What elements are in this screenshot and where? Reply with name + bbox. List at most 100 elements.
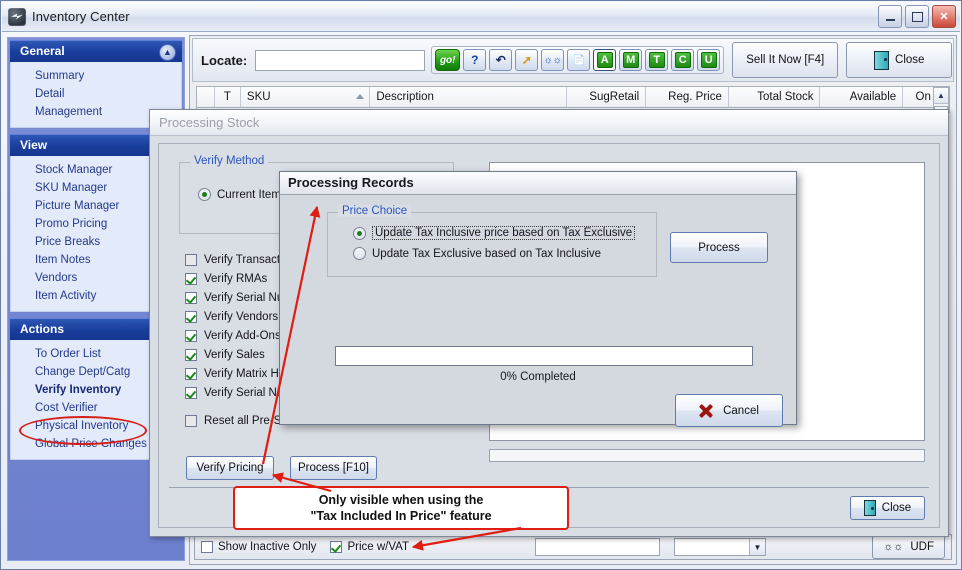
verify-vendors-checkbox[interactable]: [185, 310, 197, 323]
binoculars-icon-udf: ☼☼: [883, 541, 904, 553]
chevron-up-icon[interactable]: ▲: [159, 44, 176, 61]
verify-vendors-label: Verify Vendors: [204, 310, 279, 323]
grid-col-reg-price[interactable]: Reg. Price: [646, 87, 729, 107]
grid-col-type[interactable]: T: [215, 87, 241, 107]
verify-serial-numbers-checkbox[interactable]: [185, 291, 197, 304]
verify-rmas-checkbox[interactable]: [185, 272, 197, 285]
update-tax-inclusive-radio[interactable]: [353, 226, 366, 240]
sidebar-group-view-title: View: [20, 138, 48, 152]
grid-col-total-stock[interactable]: Total Stock: [729, 87, 821, 107]
verify-pricing-label: Verify Pricing: [196, 462, 264, 474]
sidebar-item-detail[interactable]: Detail: [11, 85, 181, 103]
toolbar-close-label: Close: [895, 54, 925, 66]
status-bar: Show Inactive Only Price w/VAT ▼ ☼☼ UDF: [194, 534, 952, 560]
update-tax-exclusive-radio[interactable]: [353, 247, 366, 260]
update-tax-exclusive-label: Update Tax Exclusive based on Tax Inclus…: [372, 247, 602, 260]
price-choice-group-title: Price Choice: [338, 205, 412, 217]
verify-add-ons-label: Verify Add-Ons: [204, 329, 281, 342]
sidebar-group-actions-title: Actions: [20, 322, 65, 336]
grid-col-blank[interactable]: [197, 87, 215, 107]
grid-col-sugretail[interactable]: SugRetail: [567, 87, 647, 107]
locate-label: Locate:: [201, 52, 248, 68]
cancel-label: Cancel: [723, 404, 759, 417]
filter-c-label: C: [674, 52, 691, 68]
show-inactive-only-checkbox[interactable]: [201, 541, 213, 553]
processing-records-title: Processing Records: [280, 172, 796, 195]
grid-col-description[interactable]: Description: [370, 87, 567, 107]
scroll-up-arrow-icon[interactable]: ▲: [934, 88, 948, 104]
processing-stock-close-button[interactable]: Close: [850, 496, 925, 520]
verify-sales-checkbox[interactable]: [185, 348, 197, 361]
go-button[interactable]: go!: [435, 49, 461, 71]
window-controls: ✕: [878, 5, 956, 28]
filter-all-label: A: [596, 52, 613, 68]
verify-method-group-title: Verify Method: [190, 155, 269, 167]
binoculars-icon[interactable]: ☼☼: [541, 49, 565, 71]
sell-it-now-label: Sell It Now [F4]: [746, 54, 825, 66]
price-choice-group: Price Choice Update Tax Inclusive price …: [327, 205, 657, 277]
reset-pre-sold-stock-checkbox[interactable]: [185, 414, 197, 427]
verify-add-ons-checkbox[interactable]: [185, 329, 197, 342]
processing-stock-close-label: Close: [881, 502, 912, 514]
grid-col-sku[interactable]: SKU: [241, 87, 371, 107]
exit-door-icon-dialog: [863, 500, 876, 516]
minimize-button[interactable]: [878, 5, 902, 28]
update-tax-inclusive-label: Update Tax Inclusive price based on Tax …: [372, 226, 636, 240]
processing-records-dialog: Processing Records Price Choice Update T…: [279, 171, 797, 427]
process-button[interactable]: Process: [670, 232, 768, 263]
annotation-callout-line1: Only visible when using the: [318, 493, 484, 507]
cancel-button[interactable]: Cancel: [675, 394, 783, 427]
jump-arrow-icon[interactable]: ➚: [515, 49, 539, 71]
udf-label: UDF: [910, 541, 934, 553]
verify-sales-label: Verify Sales: [204, 348, 265, 361]
cancel-x-icon: [699, 404, 713, 418]
filter-t-label: T: [648, 52, 665, 68]
help-icon[interactable]: ?: [463, 49, 487, 71]
processing-records-body: Price Choice Update Tax Inclusive price …: [285, 199, 791, 427]
processing-stock-progress-area: [489, 449, 925, 462]
filter-all-button[interactable]: A: [593, 49, 617, 71]
filter-c-button[interactable]: C: [671, 49, 695, 71]
progress-percent-text: 0% Completed: [500, 371, 576, 383]
filter-u-button[interactable]: U: [697, 49, 721, 71]
sidebar-group-general-title: General: [20, 44, 65, 58]
sidebar-group-general-header[interactable]: General ▲: [10, 40, 182, 62]
filter-m-label: M: [622, 52, 639, 68]
sort-ascending-icon: [356, 94, 365, 99]
verify-transactions-checkbox[interactable]: [185, 253, 197, 266]
filter-m-button[interactable]: M: [619, 49, 643, 71]
sidebar-item-summary[interactable]: Summary: [11, 67, 181, 85]
app-logo-icon: [8, 7, 26, 26]
toolbar-icon-group: go! ? ↶ ➚ ☼☼ 📄 A M T C U: [431, 46, 725, 74]
sell-it-now-button[interactable]: Sell It Now [F4]: [732, 42, 839, 78]
processing-stock-title: Processing Stock: [150, 110, 948, 136]
price-wvat-row[interactable]: Price w/VAT: [330, 541, 409, 553]
price-wvat-checkbox[interactable]: [330, 541, 343, 553]
current-item-count-radio[interactable]: [198, 188, 211, 201]
filter-t-button[interactable]: T: [645, 49, 669, 71]
grid-col-sku-label: SKU: [246, 91, 271, 103]
toolbar-close-button[interactable]: Close: [846, 42, 953, 78]
window-title: Inventory Center: [32, 9, 130, 24]
grid-col-available[interactable]: Available: [820, 87, 904, 107]
price-choice-option-exclusive[interactable]: Update Tax Exclusive based on Tax Inclus…: [353, 247, 601, 260]
status-combo-box[interactable]: ▼: [674, 538, 766, 556]
exit-door-icon: [874, 50, 890, 70]
show-inactive-only-row[interactable]: Show Inactive Only: [201, 541, 316, 553]
verify-pricing-button[interactable]: Verify Pricing: [186, 456, 274, 480]
preview-document-icon[interactable]: 📄: [567, 49, 591, 71]
inventory-center-window: Inventory Center ✕ General ▲ Summary Det…: [0, 0, 962, 570]
process-f10-label: Process [F10]: [298, 462, 369, 474]
udf-button[interactable]: ☼☼ UDF: [872, 535, 945, 559]
verify-matrix-headers-checkbox[interactable]: [185, 367, 197, 380]
process-f10-button[interactable]: Process [F10]: [290, 456, 377, 480]
maximize-button[interactable]: [905, 5, 929, 28]
close-window-button[interactable]: ✕: [932, 5, 956, 28]
chevron-down-icon[interactable]: ▼: [749, 539, 765, 555]
status-text-field[interactable]: [535, 538, 660, 556]
refresh-icon[interactable]: ↶: [489, 49, 513, 71]
locate-input[interactable]: [255, 49, 426, 71]
price-choice-option-inclusive[interactable]: Update Tax Inclusive price based on Tax …: [353, 226, 636, 240]
progress-bar: [335, 346, 753, 366]
verify-serial-numbers-2-checkbox[interactable]: [185, 386, 197, 399]
